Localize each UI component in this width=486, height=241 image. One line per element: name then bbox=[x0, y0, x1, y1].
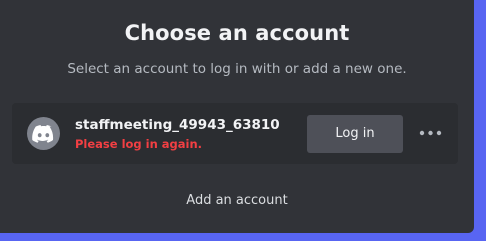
page: Choose an account Select an account to l… bbox=[0, 0, 486, 241]
discord-logo-icon bbox=[32, 125, 54, 143]
more-options-button[interactable] bbox=[418, 123, 444, 143]
modal-subtitle: Select an account to log in with or add … bbox=[67, 61, 407, 77]
add-account-link[interactable]: Add an account bbox=[0, 193, 474, 208]
modal-title: Choose an account bbox=[124, 21, 350, 45]
account-row: staffmeeting_49943_63810 Please log in a… bbox=[12, 103, 458, 164]
account-chooser-modal: Choose an account Select an account to l… bbox=[0, 0, 474, 233]
login-button[interactable]: Log in bbox=[307, 115, 403, 153]
account-username: staffmeeting_49943_63810 bbox=[75, 117, 280, 133]
account-status-error: Please log in again. bbox=[75, 137, 203, 151]
avatar bbox=[27, 117, 60, 150]
more-options-icon bbox=[419, 130, 442, 136]
